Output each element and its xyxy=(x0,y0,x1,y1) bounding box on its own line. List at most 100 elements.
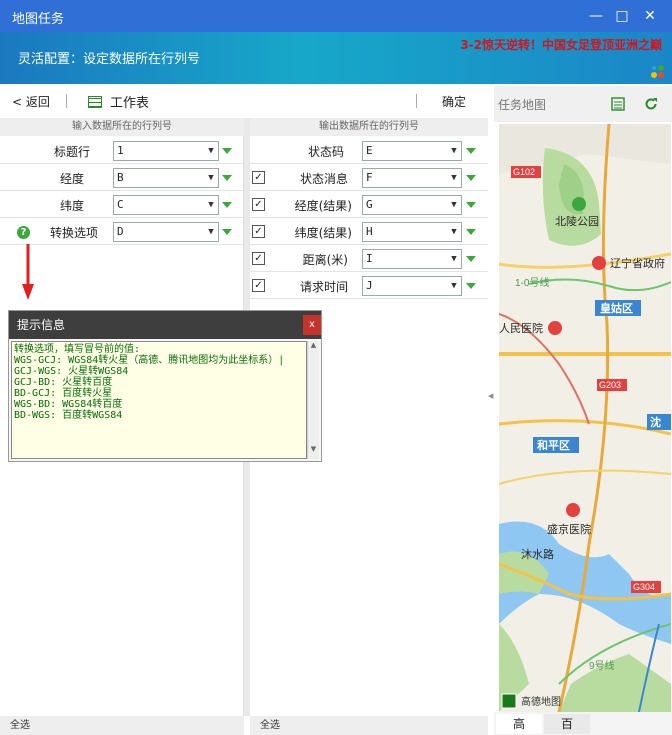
input-row-label: 经度 xyxy=(59,172,84,186)
tooltip-close-button[interactable]: x xyxy=(303,315,321,335)
status-message-select[interactable]: F ▼ xyxy=(362,168,462,188)
map-label-gov: 辽宁省政府 xyxy=(610,256,665,270)
banner-subtitle: 灵活配置：设定数据所在行列号 xyxy=(18,52,201,67)
hospital-marker-icon xyxy=(548,321,562,335)
window-title: 地图任务 xyxy=(12,12,65,27)
scroll-up-icon[interactable]: ▲ xyxy=(308,341,319,349)
chevron-down-icon: ▼ xyxy=(208,173,214,183)
output-row-label: 状态消息 xyxy=(299,172,348,186)
select-value: B xyxy=(117,171,124,184)
dropdown-indicator-icon[interactable] xyxy=(466,175,476,181)
tooltip-body[interactable]: 转换选项，填写冒号前的值: WGS-GCJ: WGS84转火星（高德、腾讯地图均… xyxy=(11,341,307,459)
map-label-station: 皇姑区 xyxy=(600,301,633,315)
input-row: 经度 B ▼ xyxy=(0,165,244,191)
dropdown-indicator-icon[interactable] xyxy=(222,229,232,235)
refresh-icon[interactable] xyxy=(644,97,658,111)
output-row: ✓ 状态消息 F ▼ xyxy=(250,165,488,191)
convert-option-select[interactable]: D ▼ xyxy=(113,222,219,242)
map-label-g102: G102 xyxy=(513,167,535,177)
output-row: ✓ 距离(米) I ▼ xyxy=(250,246,488,272)
tooltip-window: 提示信息 x 转换选项，填写冒号前的值: WGS-GCJ: WGS84转火星（高… xyxy=(8,310,322,462)
dropdown-indicator-icon[interactable] xyxy=(466,283,476,289)
request-time-select[interactable]: J ▼ xyxy=(362,276,462,296)
tab-baidu[interactable]: 百 xyxy=(544,714,590,734)
select-value: I xyxy=(366,252,373,265)
map-provider: 高德地图 xyxy=(521,695,561,708)
tooltip-title-text: 提示信息 xyxy=(17,318,66,332)
map-label-park: 北陵公园 xyxy=(555,215,599,228)
map-title: 任务地图 xyxy=(498,98,547,112)
distance-select[interactable]: I ▼ xyxy=(362,249,462,269)
toolbar: < 返回 工作表 确定 xyxy=(0,86,494,116)
latitude-select[interactable]: C ▼ xyxy=(113,195,219,215)
map-label-shen: 沈 xyxy=(650,415,661,429)
map-label-line9: 9号线 xyxy=(589,659,615,672)
hospital-marker-icon xyxy=(566,503,580,517)
chevron-down-icon: ▼ xyxy=(451,281,457,291)
dropdown-indicator-icon[interactable] xyxy=(222,148,232,154)
government-marker-icon xyxy=(592,256,606,270)
distance-checkbox[interactable]: ✓ xyxy=(252,252,265,265)
list-icon[interactable] xyxy=(611,97,625,111)
dropdown-indicator-icon[interactable] xyxy=(222,175,232,181)
maximize-button[interactable]: □ xyxy=(612,6,632,26)
tooltip-scrollbar[interactable]: ▲ ▼ xyxy=(307,341,319,459)
output-row-label: 距离(米) xyxy=(302,253,348,267)
title-row-select[interactable]: 1 ▼ xyxy=(113,141,219,161)
input-row-label: 转换选项 xyxy=(49,226,98,240)
output-footer-select-all[interactable]: 全选 xyxy=(250,716,488,735)
longitude-result-checkbox[interactable]: ✓ xyxy=(252,198,265,211)
map-view[interactable]: G102 北陵公园 辽宁省政府 1-0号线 皇姑区 人民医院 G203 沈 和平… xyxy=(499,124,671,712)
dropdown-indicator-icon[interactable] xyxy=(222,202,232,208)
map-canvas[interactable]: G102 北陵公园 辽宁省政府 1-0号线 皇姑区 人民医院 G203 沈 和平… xyxy=(499,124,671,712)
output-row: ✓ 经度(结果) G ▼ xyxy=(250,192,488,218)
status-code-select[interactable]: E ▼ xyxy=(362,141,462,161)
dropdown-indicator-icon[interactable] xyxy=(466,148,476,154)
longitude-result-select[interactable]: G ▼ xyxy=(362,195,462,215)
output-header: 输出数据所在的行列号 xyxy=(250,118,488,136)
divider xyxy=(416,94,417,108)
request-time-checkbox[interactable]: ✓ xyxy=(252,279,265,292)
dropdown-indicator-icon[interactable] xyxy=(466,256,476,262)
input-row-label: 标题行 xyxy=(53,145,90,159)
app-logo-icon xyxy=(651,65,664,78)
longitude-select[interactable]: B ▼ xyxy=(113,168,219,188)
input-row-label: 纬度 xyxy=(59,199,84,213)
chevron-down-icon: ▼ xyxy=(451,254,457,264)
confirm-button[interactable]: 确定 xyxy=(442,93,466,110)
worksheet-button[interactable]: 工作表 xyxy=(88,92,149,111)
worksheet-label: 工作表 xyxy=(110,96,150,111)
map-label-g203: G203 xyxy=(599,380,621,390)
chevron-down-icon: ▼ xyxy=(451,227,457,237)
minimize-button[interactable]: — xyxy=(586,6,606,26)
help-icon[interactable]: ? xyxy=(17,226,30,239)
select-value: J xyxy=(366,279,373,292)
map-label-road: 沐水路 xyxy=(521,548,554,561)
input-row: 标题行 1 ▼ xyxy=(0,138,244,164)
scroll-down-icon[interactable]: ▼ xyxy=(308,445,319,453)
table-icon xyxy=(88,96,102,108)
close-button[interactable]: ✕ xyxy=(640,6,660,26)
output-row-label: 请求时间 xyxy=(299,280,348,294)
tab-gaode[interactable]: 高 xyxy=(496,714,542,734)
latitude-result-checkbox[interactable]: ✓ xyxy=(252,225,265,238)
latitude-result-select[interactable]: H ▼ xyxy=(362,222,462,242)
dropdown-indicator-icon[interactable] xyxy=(466,202,476,208)
input-footer-select-all[interactable]: 全选 xyxy=(0,716,244,735)
output-row-label: 纬度(结果) xyxy=(294,226,352,240)
news-link[interactable]: 3-2惊天逆转！中国女足登顶亚洲之巅 xyxy=(460,36,662,53)
arrow-down-icon xyxy=(22,244,34,300)
title-bar: 地图任务 — □ ✕ xyxy=(0,0,672,32)
banner: 灵活配置：设定数据所在行列号 3-2惊天逆转！中国女足登顶亚洲之巅 xyxy=(0,32,672,84)
status-message-checkbox[interactable]: ✓ xyxy=(252,171,265,184)
output-row: ✓ 请求时间 J ▼ xyxy=(250,273,488,299)
map-tabs: 高 百 xyxy=(494,712,672,735)
back-button[interactable]: < 返回 xyxy=(12,93,50,110)
chevron-down-icon: ▼ xyxy=(208,200,214,210)
collapse-arrow-icon[interactable]: ◀ xyxy=(488,392,494,402)
provider-logo-icon xyxy=(501,693,517,709)
dropdown-indicator-icon[interactable] xyxy=(466,229,476,235)
output-row: 状态码 E ▼ xyxy=(250,138,488,164)
select-value: E xyxy=(366,144,373,157)
chevron-down-icon: ▼ xyxy=(451,173,457,183)
